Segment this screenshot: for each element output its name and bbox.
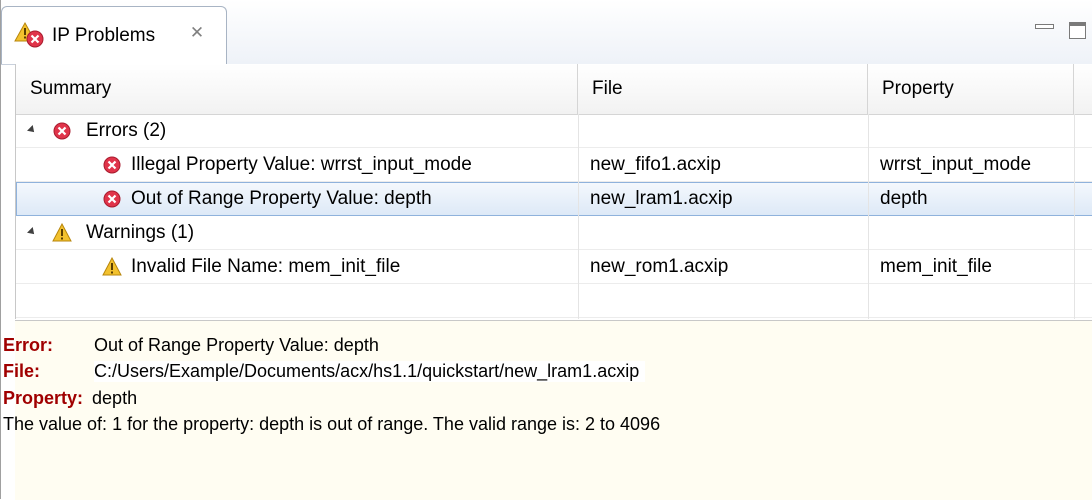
tree-group-warnings[interactable]: Warnings (1) (16, 216, 1092, 250)
table-row[interactable]: Invalid File Name: mem_init_file new_rom… (16, 250, 1092, 284)
ip-problems-icon (14, 21, 44, 48)
minimize-icon[interactable] (1035, 24, 1054, 29)
ip-problems-view: IP Problems ✕ Summary File Property Erro… (0, 0, 1092, 500)
maximize-icon[interactable] (1069, 22, 1086, 39)
table-row-selected[interactable]: Out of Range Property Value: depth new_l… (16, 182, 1092, 216)
table-header: Summary File Property (16, 64, 1092, 115)
file-label: File: (3, 361, 41, 381)
column-divider (1074, 114, 1075, 319)
warning-icon (52, 223, 72, 242)
expand-triangle-icon[interactable] (27, 227, 37, 237)
column-divider (868, 114, 869, 319)
property-value: depth (92, 388, 138, 408)
view-controls (1029, 20, 1089, 44)
error-icon (53, 122, 71, 140)
details-file-line: File: C:/Users/Example/Documents/acx/hs1… (3, 361, 646, 382)
group-label: Errors (2) (86, 120, 167, 141)
details-message: The value of: 1 for the property: depth … (3, 414, 661, 434)
tab-title: IP Problems (52, 25, 156, 46)
error-icon (103, 156, 121, 174)
problem-details-pane: Error: Out of Range Property Value: dept… (3, 320, 1092, 500)
problem-summary: Out of Range Property Value: depth (131, 188, 432, 209)
column-header-property[interactable]: Property (868, 64, 1074, 114)
error-value: Out of Range Property Value: depth (94, 335, 379, 355)
problem-property: wrrst_input_mode (880, 154, 1032, 175)
tree-group-errors[interactable]: Errors (2) (16, 114, 1092, 148)
table-row[interactable]: Illegal Property Value: wrrst_input_mode… (16, 148, 1092, 182)
empty-row (16, 284, 1092, 318)
column-header-file[interactable]: File (578, 64, 868, 114)
group-label: Warnings (1) (86, 222, 195, 243)
problem-property: depth (880, 188, 928, 209)
column-header-summary[interactable]: Summary (16, 64, 578, 114)
close-icon[interactable]: ✕ (187, 23, 207, 43)
problem-file: new_rom1.acxip (590, 256, 729, 277)
details-error-line: Error: Out of Range Property Value: dept… (3, 335, 379, 356)
tab-ip-problems[interactable]: IP Problems ✕ (1, 6, 227, 64)
problem-summary: Invalid File Name: mem_init_file (131, 256, 401, 277)
problems-tree-table: Summary File Property Errors (2) Illegal… (15, 64, 1092, 319)
error-label: Error: (3, 335, 54, 355)
problem-file: new_fifo1.acxip (590, 154, 721, 175)
expand-triangle-icon[interactable] (27, 125, 37, 135)
problem-summary: Illegal Property Value: wrrst_input_mode (131, 154, 472, 175)
problem-file: new_lram1.acxip (590, 188, 733, 209)
property-label: Property: (3, 388, 84, 408)
error-icon (103, 190, 121, 208)
view-tab-bar: IP Problems ✕ (1, 0, 1092, 65)
file-path-value[interactable]: C:/Users/Example/Documents/acx/hs1.1/qui… (94, 361, 646, 382)
details-property-line: Property: depth (3, 388, 137, 409)
warning-icon (102, 257, 122, 276)
column-divider (578, 114, 579, 319)
problem-property: mem_init_file (880, 256, 992, 277)
